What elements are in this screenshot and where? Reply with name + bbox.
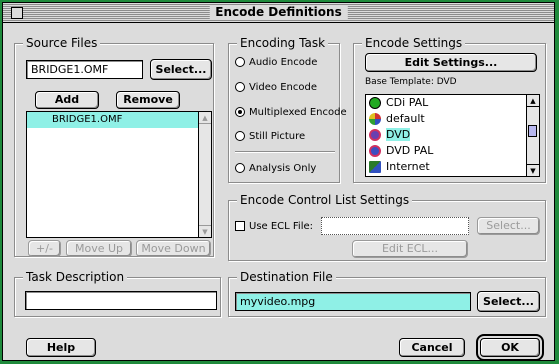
radio-audio-encode[interactable]: Audio Encode [235, 57, 317, 69]
window-title: Encode Definitions [209, 5, 348, 20]
move-up-button[interactable]: Move Up [66, 240, 132, 257]
settings-item-cdi-pal[interactable]: CDi PAL [366, 95, 539, 111]
settings-item-internet[interactable]: Internet [366, 159, 539, 175]
destination-file-input[interactable]: myvideo.mpg [235, 292, 471, 311]
close-box[interactable] [11, 7, 23, 19]
scroll-down-icon[interactable]: ▼ [527, 164, 539, 176]
task-description-label: Task Description [23, 270, 128, 284]
radio-multiplexed-encode[interactable]: Multiplexed Encode [235, 107, 347, 119]
source-files-label: Source Files [23, 36, 101, 50]
ecl-select-button[interactable]: Select... [477, 217, 540, 235]
scroll-up-icon[interactable]: ▲ [199, 112, 211, 124]
radio-analysis-only[interactable]: Analysis Only [235, 163, 316, 175]
radio-video-encode[interactable]: Video Encode [235, 82, 317, 94]
ecl-file-input[interactable] [321, 217, 469, 235]
list-item[interactable]: BRIDGE1.OMF [27, 112, 199, 128]
encoding-task-divider [235, 151, 335, 153]
move-down-button[interactable]: Move Down [136, 240, 211, 257]
encode-definitions-window: Encode Definitions Source Files BRIDGE1.… [2, 2, 555, 361]
source-select-button[interactable]: Select... [150, 59, 212, 80]
help-button[interactable]: Help [26, 338, 96, 357]
settings-item-default[interactable]: default [366, 111, 539, 127]
add-button[interactable]: Add [35, 91, 99, 109]
preset-icon [369, 97, 381, 109]
source-files-list[interactable]: BRIDGE1.OMF ▲ ▼ [26, 111, 212, 238]
radio-circle-icon [235, 82, 245, 92]
base-template-text: Base Template: DVD [365, 77, 457, 87]
scroll-thumb[interactable] [528, 125, 537, 137]
scroll-up-icon[interactable]: ▲ [527, 95, 539, 107]
plus-minus-button[interactable]: +/- [28, 240, 61, 257]
radio-circle-icon [235, 57, 245, 67]
destination-select-button[interactable]: Select... [477, 291, 540, 312]
use-ecl-checkbox[interactable]: Use ECL File: [235, 221, 313, 233]
ecl-settings-label: Encode Control List Settings [237, 193, 413, 207]
radio-selected-icon [235, 107, 245, 117]
remove-button[interactable]: Remove [116, 91, 180, 109]
radio-still-picture[interactable]: Still Picture [235, 131, 305, 143]
settings-item-dvd[interactable]: DVD [366, 127, 539, 143]
scroll-down-icon[interactable]: ▼ [199, 225, 211, 237]
source-list-scrollbar[interactable]: ▲ ▼ [198, 112, 211, 237]
task-description-input[interactable] [25, 291, 217, 310]
source-file-input[interactable]: BRIDGE1.OMF [26, 60, 143, 79]
radio-circle-icon [235, 163, 245, 173]
disc-icon [369, 145, 381, 157]
encode-settings-list[interactable]: CDi PAL default DVD DVD PAL Internet ▲ ▼ [365, 94, 540, 177]
ok-button[interactable]: OK [476, 334, 544, 361]
radio-circle-icon [235, 131, 245, 141]
disc-icon [369, 129, 381, 141]
cancel-button[interactable]: Cancel [399, 338, 465, 357]
edit-ecl-button[interactable]: Edit ECL... [352, 240, 468, 258]
preset-icon [369, 113, 381, 125]
checkbox-icon [235, 221, 245, 231]
settings-item-dvd-pal[interactable]: DVD PAL [366, 143, 539, 159]
settings-list-scrollbar[interactable]: ▲ ▼ [526, 95, 539, 176]
destination-file-label: Destination File [237, 270, 336, 284]
encoding-task-label: Encoding Task [237, 36, 329, 50]
encode-settings-label: Encode Settings [362, 36, 466, 50]
title-bar[interactable]: Encode Definitions [3, 3, 554, 23]
network-icon [369, 161, 381, 173]
edit-settings-button[interactable]: Edit Settings... [365, 53, 537, 72]
